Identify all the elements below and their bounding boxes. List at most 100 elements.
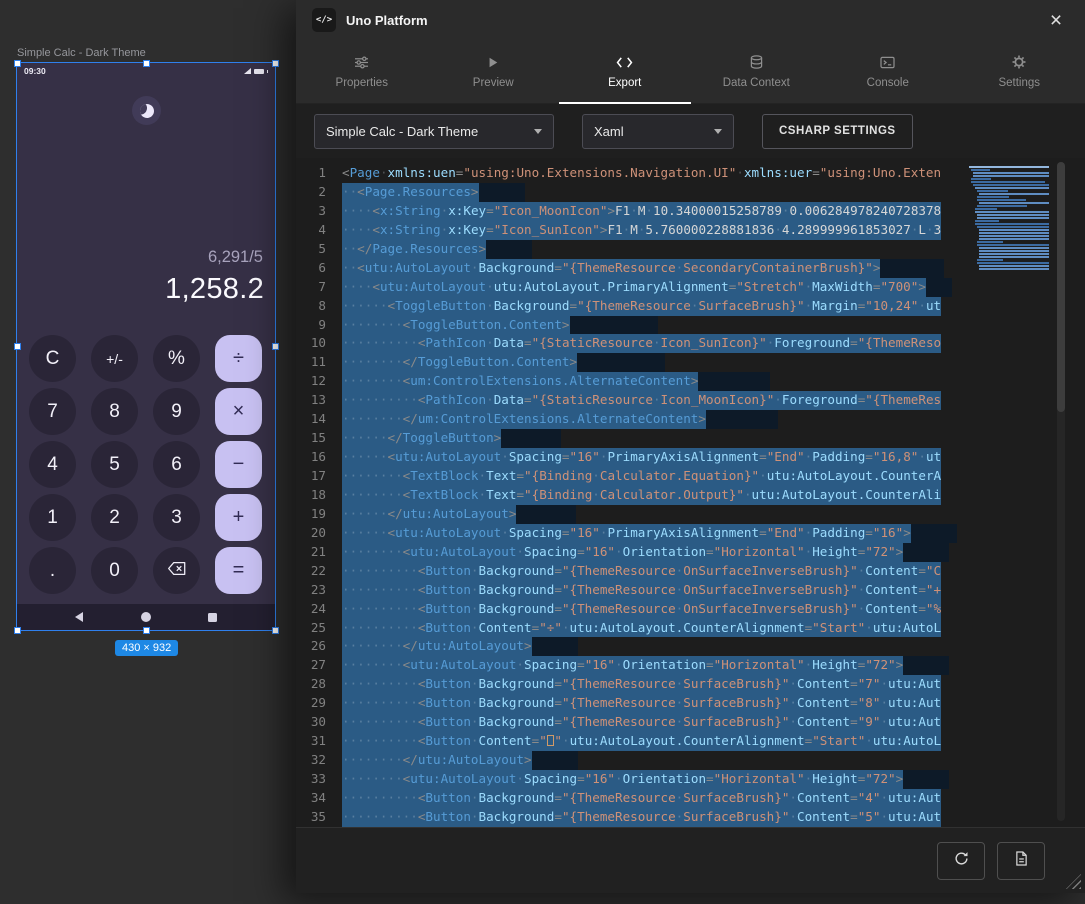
code-line[interactable]: 6··<utu:AutoLayout·Background="{ThemeRes… <box>296 259 967 278</box>
theme-toggle-button[interactable] <box>132 96 161 125</box>
artboard-label: Simple Calc - Dark Theme <box>17 47 146 59</box>
close-icon[interactable]: × <box>1043 10 1069 31</box>
selection-tail <box>903 543 949 562</box>
calc-key-×[interactable]: × <box>215 388 262 435</box>
code-line[interactable]: 30··········<Button·Background="{ThemeRe… <box>296 713 967 732</box>
code-line[interactable]: 18········<TextBlock·Text="{Binding·Calc… <box>296 486 967 505</box>
tab-properties[interactable]: Properties <box>296 40 428 103</box>
code-line[interactable]: 25··········<Button·Content="÷"·utu:Auto… <box>296 619 967 638</box>
code-line[interactable]: 13··········<PathIcon·Data="{StaticResou… <box>296 391 967 410</box>
selection-handle[interactable] <box>14 627 21 634</box>
code-line[interactable]: 5··</Page.Resources> <box>296 240 967 259</box>
selection-handle[interactable] <box>14 60 21 67</box>
code-line[interactable]: 2··<Page.Resources> <box>296 183 967 202</box>
code-line[interactable]: 9········<ToggleButton.Content> <box>296 316 967 335</box>
calc-key-8[interactable]: 8 <box>91 388 138 435</box>
code-line[interactable]: 3····<x:String·x:Key="Icon_MoonIcon">F1·… <box>296 202 967 221</box>
calc-key-%[interactable]: % <box>153 335 200 382</box>
code-line[interactable]: 34··········<Button·Background="{ThemeRe… <box>296 789 967 808</box>
calc-key-1[interactable]: 1 <box>29 494 76 541</box>
code-line[interactable]: 1<Page·xmlns:uen="using:Uno.Extensions.N… <box>296 164 967 183</box>
minimap[interactable] <box>969 166 1051 271</box>
code-line[interactable]: 11········</ToggleButton.Content> <box>296 353 967 372</box>
calc-key-7[interactable]: 7 <box>29 388 76 435</box>
nav-home-icon[interactable] <box>141 612 151 622</box>
calc-key-=[interactable]: = <box>215 547 262 594</box>
scrollbar-thumb[interactable] <box>1057 162 1065 412</box>
artboard-size-badge: 430 × 932 <box>115 640 178 656</box>
code-line[interactable]: 21········<utu:AutoLayout·Spacing="16"·O… <box>296 543 967 562</box>
calc-key-÷[interactable]: ÷ <box>215 335 262 382</box>
code-line[interactable]: 8······<ToggleButton·Background="{ThemeR… <box>296 297 967 316</box>
code-line[interactable]: 27········<utu:AutoLayout·Spacing="16"·O… <box>296 656 967 675</box>
code-line[interactable]: 20······<utu:AutoLayout·Spacing="16"·Pri… <box>296 524 967 543</box>
code-line[interactable]: 32········</utu:AutoLayout> <box>296 751 967 770</box>
calc-key-+/-[interactable]: +/- <box>91 335 138 382</box>
line-number: 23 <box>296 581 342 600</box>
calc-key-6[interactable]: 6 <box>153 441 200 488</box>
battery-icon <box>254 69 264 74</box>
nav-back-icon[interactable] <box>75 612 83 622</box>
code-line[interactable]: 22··········<Button·Background="{ThemeRe… <box>296 562 967 581</box>
nav-recents-icon[interactable] <box>208 613 217 622</box>
calc-output: 1,258.2 <box>165 273 264 306</box>
selection-handle[interactable] <box>272 343 279 350</box>
line-number: 19 <box>296 505 342 524</box>
code-line[interactable]: 28··········<Button·Background="{ThemeRe… <box>296 675 967 694</box>
tab-settings[interactable]: Settings <box>954 40 1085 103</box>
code-line[interactable]: 10··········<PathIcon·Data="{StaticResou… <box>296 334 967 353</box>
code-line[interactable]: 31··········<Button·Content=""·utu:AutoL… <box>296 732 967 751</box>
phone-artboard[interactable]: 09:30 6,291/5 1,258.2 C+/-%÷789×456−123+… <box>17 63 275 630</box>
calc-key-C[interactable]: C <box>29 335 76 382</box>
selection-handle[interactable] <box>143 60 150 67</box>
calc-keypad: C +/-% ÷ 789 × 456− 123 +. 0 = <box>29 335 262 594</box>
theme-dropdown[interactable]: Simple Calc - Dark Theme <box>314 114 554 149</box>
code-lines[interactable]: 1<Page·xmlns:uen="using:Uno.Extensions.N… <box>296 164 967 827</box>
calc-key-9[interactable]: 9 <box>153 388 200 435</box>
calc-key-+[interactable]: + <box>215 494 262 541</box>
csharp-settings-button[interactable]: CSHARP SETTINGS <box>762 114 913 149</box>
format-dropdown[interactable]: Xaml <box>582 114 734 149</box>
tab-label: Data Context <box>723 77 790 89</box>
calc-equation: 6,291/5 <box>208 248 263 267</box>
calc-key-3[interactable]: 3 <box>153 494 200 541</box>
code-line[interactable]: 17········<TextBlock·Text="{Binding·Calc… <box>296 467 967 486</box>
tab-preview[interactable]: Preview <box>428 40 560 103</box>
code-line[interactable]: 16······<utu:AutoLayout·Spacing="16"·Pri… <box>296 448 967 467</box>
code-line[interactable]: 29··········<Button·Background="{ThemeRe… <box>296 694 967 713</box>
line-number: 29 <box>296 694 342 713</box>
code-line[interactable]: 15······</ToggleButton> <box>296 429 967 448</box>
refresh-button[interactable] <box>937 842 985 880</box>
code-line[interactable]: 26········</utu:AutoLayout> <box>296 637 967 656</box>
calc-key-4[interactable]: 4 <box>29 441 76 488</box>
code-line[interactable]: 24··········<Button·Background="{ThemeRe… <box>296 600 967 619</box>
code-line[interactable]: 35··········<Button·Background="{ThemeRe… <box>296 808 967 827</box>
selection-handle[interactable] <box>272 60 279 67</box>
code-line[interactable]: 23··········<Button·Background="{ThemeRe… <box>296 581 967 600</box>
line-number: 24 <box>296 600 342 619</box>
chevron-down-icon <box>714 129 722 134</box>
code-editor[interactable]: 1<Page·xmlns:uen="using:Uno.Extensions.N… <box>296 158 1085 827</box>
tab-export[interactable]: Export <box>559 40 691 103</box>
code-line[interactable]: 4····<x:String·x:Key="Icon_SunIcon">F1·M… <box>296 221 967 240</box>
export-file-button[interactable] <box>997 842 1045 880</box>
tab-console[interactable]: Console <box>822 40 954 103</box>
code-line[interactable]: 14········</um:ControlExtensions.Alterna… <box>296 410 967 429</box>
code-line[interactable]: 33········<utu:AutoLayout·Spacing="16"·O… <box>296 770 967 789</box>
calc-key-0[interactable]: 0 <box>91 547 138 594</box>
selection-handle[interactable] <box>143 627 150 634</box>
calc-key-⌫[interactable] <box>153 547 200 594</box>
calc-key-2[interactable]: 2 <box>91 494 138 541</box>
resize-grip-icon[interactable] <box>1066 874 1081 889</box>
calc-key-−[interactable]: − <box>215 441 262 488</box>
line-number: 27 <box>296 656 342 675</box>
selection-handle[interactable] <box>272 627 279 634</box>
code-line[interactable]: 19······</utu:AutoLayout> <box>296 505 967 524</box>
calc-key-5[interactable]: 5 <box>91 441 138 488</box>
editor-scrollbar[interactable] <box>1057 162 1065 821</box>
tab-data-context[interactable]: Data Context <box>691 40 823 103</box>
selection-handle[interactable] <box>14 343 21 350</box>
code-line[interactable]: 7····<utu:AutoLayout·utu:AutoLayout.Prim… <box>296 278 967 297</box>
calc-key-.[interactable]: . <box>29 547 76 594</box>
code-line[interactable]: 12········<um:ControlExtensions.Alternat… <box>296 372 967 391</box>
